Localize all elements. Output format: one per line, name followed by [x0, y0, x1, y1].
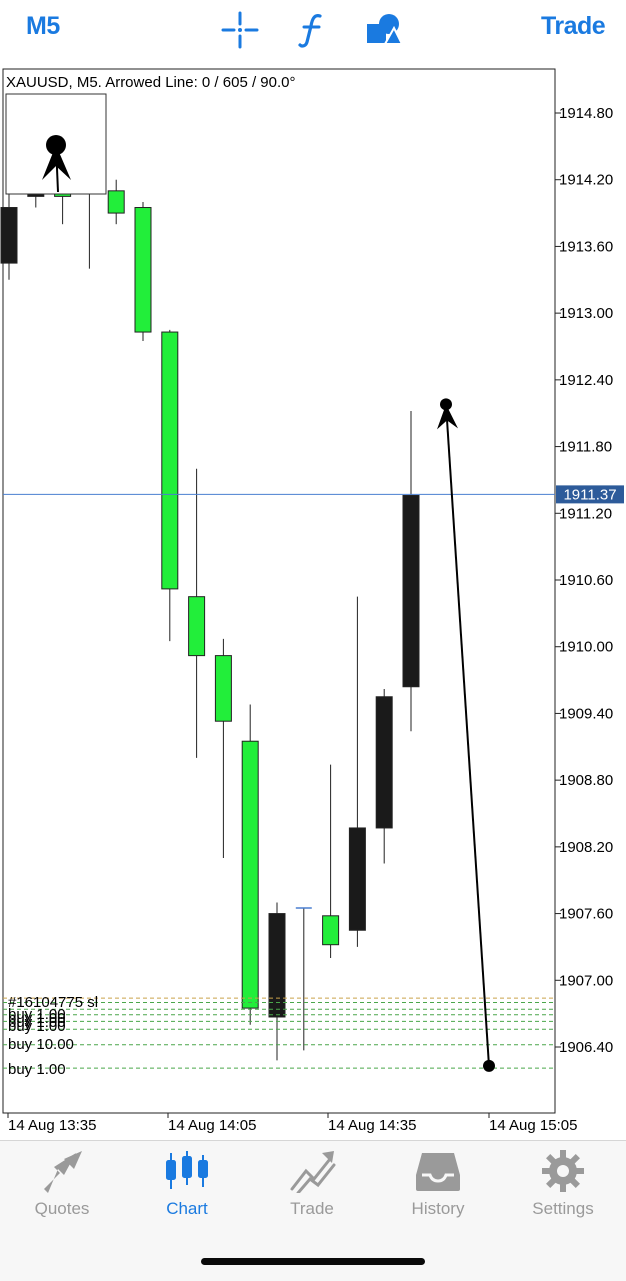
price-tick-label: 1913.60	[559, 238, 613, 255]
candle-body	[107, 190, 125, 214]
price-axis: 1914.80 1914.20 1913.60 1913.00 1912.40 1911.…	[555, 105, 613, 1056]
chart-background	[0, 62, 626, 1140]
price-tick-label: 1911.80	[559, 439, 612, 456]
tab-history[interactable]: History	[383, 1149, 493, 1229]
trade-button[interactable]: Trade	[541, 12, 606, 41]
candle-body	[161, 331, 179, 590]
candle-body	[241, 740, 259, 1009]
price-tick-label: 1911.20	[559, 505, 612, 522]
time-tick-label: 14 Aug 14:35	[328, 1117, 416, 1134]
home-indicator	[201, 1258, 425, 1265]
chart-info-text: XAUUSD, M5. Arrowed Line: 0 / 605 / 90.0…	[6, 74, 295, 91]
order-label: buy 1.00	[8, 1018, 66, 1035]
tab-label: Trade	[290, 1199, 334, 1218]
magnifier-box	[5, 93, 107, 195]
candle-body	[134, 207, 152, 333]
trade-icon	[290, 1151, 336, 1193]
price-tick-label: 1914.80	[559, 105, 613, 122]
candle-body	[214, 655, 232, 722]
price-tick-label: 1906.40	[559, 1039, 613, 1056]
candle-body	[348, 827, 366, 931]
tab-label: History	[411, 1199, 465, 1218]
price-tick-label: 1913.00	[559, 305, 613, 322]
price-tick-label: 1914.20	[559, 172, 613, 189]
candle-body	[0, 207, 18, 264]
price-tick-label: 1910.00	[559, 639, 613, 656]
tab-settings[interactable]: Settings	[508, 1149, 618, 1229]
tab-quotes[interactable]: Quotes	[7, 1149, 117, 1229]
tab-label: Chart	[166, 1199, 208, 1218]
time-tick-label: 14 Aug 15:05	[489, 1117, 577, 1134]
price-tick-label: 1909.40	[559, 705, 613, 722]
tab-label: Quotes	[34, 1199, 90, 1218]
price-tick-label: 1912.40	[559, 372, 613, 389]
tab-label: Settings	[532, 1199, 594, 1218]
current-price-badge: 1911.37	[556, 485, 624, 504]
function-icon[interactable]	[292, 10, 332, 50]
price-tick-label: 1907.00	[559, 972, 613, 989]
price-tick-label: 1908.20	[559, 839, 613, 856]
price-tick-label: 1910.60	[559, 572, 613, 589]
shapes-icon[interactable]	[364, 10, 404, 50]
chart-icon	[166, 1151, 208, 1189]
time-tick-label: 14 Aug 13:35	[8, 1117, 96, 1134]
history-icon	[416, 1153, 460, 1191]
quotes-icon	[44, 1151, 82, 1193]
top-toolbar: M5 Trade	[0, 0, 626, 62]
gear-icon	[542, 1150, 584, 1192]
order-label: buy 10.00	[8, 1036, 74, 1053]
price-tick-label: 1907.60	[559, 906, 613, 923]
crosshair-icon[interactable]	[220, 10, 260, 50]
arrowed-line-start-handle[interactable]	[483, 1059, 495, 1072]
svg-text:1911.37: 1911.37	[563, 486, 616, 503]
candle-body	[375, 696, 393, 829]
candle-body	[322, 915, 340, 946]
time-tick-label: 14 Aug 14:05	[168, 1117, 256, 1134]
candle-body	[402, 494, 420, 688]
candle-body	[268, 913, 286, 1018]
tab-trade[interactable]: Trade	[257, 1149, 367, 1229]
price-chart[interactable]: 1914.80 1914.20 1913.60 1913.00 1912.40 1911.…	[0, 62, 626, 1140]
order-label: buy 1.00	[8, 1061, 66, 1078]
timeframe-button[interactable]: M5	[26, 12, 60, 41]
price-tick-label: 1908.80	[559, 772, 613, 789]
tab-chart[interactable]: Chart	[132, 1149, 242, 1229]
candle-body	[188, 596, 206, 657]
